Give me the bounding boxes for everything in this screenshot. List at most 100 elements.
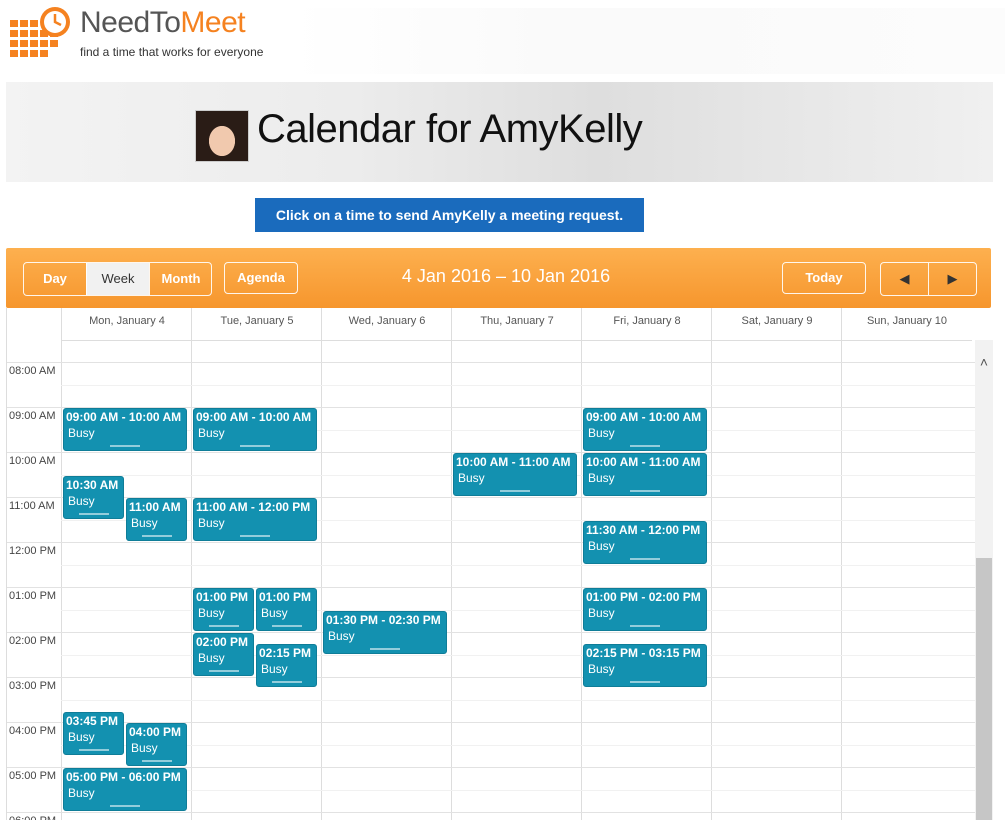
event-resize-handle[interactable]: [271, 681, 302, 684]
event-status: Busy: [328, 628, 355, 643]
time-label: 09:00 AM: [9, 410, 56, 422]
event-time: 11:30 AM - 12:00 PM: [586, 522, 701, 537]
view-day-button[interactable]: Day: [24, 263, 86, 295]
day-header: Tue, January 5: [191, 308, 322, 341]
event-status: Busy: [68, 729, 95, 744]
event-status: Busy: [261, 662, 288, 677]
event-time: 03:45 PM: [66, 713, 119, 728]
event-resize-handle[interactable]: [208, 670, 239, 672]
busy-event[interactable]: 09:00 AM - 10:00 AM Busy: [583, 408, 707, 451]
day-header: Sun, January 10: [841, 308, 972, 341]
event-status: Busy: [588, 538, 615, 553]
busy-event[interactable]: 05:00 PM - 06:00 PM Busy: [63, 768, 187, 811]
half-hour-line: [61, 744, 977, 746]
hour-line: [7, 812, 977, 813]
date-nav-group: ◀ ▶: [880, 262, 977, 296]
busy-event[interactable]: 01:00 PM - 02:00 PM Busy: [583, 588, 707, 631]
event-time: 02:00 PM: [196, 635, 249, 649]
busy-event[interactable]: 11:30 AM - 12:00 PM Busy: [583, 520, 707, 564]
busy-event[interactable]: 10:00 AM - 11:00 AM Busy: [453, 453, 577, 496]
prev-week-icon[interactable]: ◀: [881, 263, 928, 295]
calendar-scrollbar[interactable]: ˄: [975, 340, 993, 820]
busy-event[interactable]: 04:00 PM Busy: [126, 723, 187, 766]
brand-tagline: find a time that works for everyone: [80, 45, 264, 59]
event-time: 10:30 AM: [66, 477, 119, 492]
busy-event[interactable]: 01:00 PM Busy: [193, 588, 254, 631]
event-resize-handle[interactable]: [370, 647, 400, 650]
event-resize-handle[interactable]: [240, 535, 270, 537]
avatar: [195, 110, 249, 162]
time-label: 01:00 PM: [9, 590, 57, 602]
agenda-button[interactable]: Agenda: [224, 262, 298, 294]
event-time: 09:00 AM - 10:00 AM: [196, 410, 312, 424]
busy-event[interactable]: 01:00 PM Busy: [256, 588, 317, 631]
event-resize-handle[interactable]: [630, 625, 660, 627]
busy-event[interactable]: 02:00 PM Busy: [193, 633, 254, 676]
busy-event[interactable]: 11:00 AM - 12:00 PM Busy: [193, 498, 317, 541]
day-header: Fri, January 8: [581, 308, 712, 341]
event-status: Busy: [68, 493, 95, 508]
scroll-up-icon[interactable]: ˄: [975, 354, 993, 370]
view-week-button[interactable]: Week: [86, 263, 149, 295]
busy-event[interactable]: 09:00 AM - 10:00 AM Busy: [63, 408, 187, 451]
busy-event[interactable]: 02:15 PM Busy: [256, 644, 317, 688]
event-resize-handle[interactable]: [630, 557, 660, 560]
event-resize-handle[interactable]: [630, 681, 660, 684]
time-label: 04:00 PM: [9, 725, 57, 737]
week-calendar-grid[interactable]: Mon, January 4 Tue, January 5 Wed, January…: [6, 308, 977, 820]
busy-event[interactable]: 10:00 AM - 11:00 AM Busy: [583, 453, 707, 496]
busy-event[interactable]: 01:30 PM - 02:30 PM Busy: [323, 610, 447, 654]
half-hour-line: [61, 789, 977, 791]
meeting-request-hint[interactable]: Click on a time to send AmyKelly a meeti…: [255, 198, 644, 232]
next-week-icon[interactable]: ▶: [928, 263, 976, 295]
header-background: [290, 8, 1005, 74]
event-time: 11:00 AM - 12:00 PM: [196, 500, 311, 514]
event-status: Busy: [68, 786, 95, 800]
busy-event[interactable]: 09:00 AM - 10:00 AM Busy: [193, 408, 317, 451]
busy-event[interactable]: 03:45 PM Busy: [63, 711, 124, 755]
event-status: Busy: [588, 471, 615, 485]
date-range-title: 4 Jan 2016 – 10 Jan 2016: [401, 266, 611, 286]
time-label: 08:00 AM: [9, 365, 56, 377]
event-resize-handle[interactable]: [110, 445, 140, 447]
day-header: Mon, January 4: [61, 308, 192, 341]
event-time: 02:15 PM - 03:15 PM: [586, 646, 701, 661]
event-resize-handle[interactable]: [78, 512, 109, 515]
event-time: 11:00 AM: [129, 500, 181, 514]
calendar-clock-logo-icon: [10, 7, 70, 57]
event-status: Busy: [261, 606, 288, 620]
event-time: 05:00 PM - 06:00 PM: [66, 770, 181, 784]
event-status: Busy: [131, 516, 158, 530]
event-time: 09:00 AM - 10:00 AM: [66, 410, 182, 424]
time-label: 10:00 AM: [9, 455, 56, 467]
event-resize-handle[interactable]: [630, 490, 660, 492]
event-status: Busy: [131, 741, 158, 755]
event-resize-handle[interactable]: [240, 445, 270, 447]
day-header: Thu, January 7: [451, 308, 582, 341]
busy-event[interactable]: 11:00 AM Busy: [126, 498, 187, 541]
today-button[interactable]: Today: [782, 262, 866, 294]
brand-name[interactable]: NeedToMeet: [80, 6, 246, 40]
half-hour-line: [61, 384, 977, 386]
event-resize-handle[interactable]: [141, 535, 172, 537]
event-status: Busy: [588, 606, 615, 620]
event-resize-handle[interactable]: [630, 445, 660, 447]
event-time: 02:15 PM: [259, 646, 312, 661]
event-resize-handle[interactable]: [141, 760, 172, 762]
event-resize-handle[interactable]: [500, 490, 530, 492]
time-label: 12:00 PM: [9, 545, 57, 557]
event-status: Busy: [198, 606, 225, 620]
event-resize-handle[interactable]: [208, 625, 239, 627]
busy-event[interactable]: 10:30 AM Busy: [63, 475, 124, 519]
busy-event[interactable]: 02:15 PM - 03:15 PM Busy: [583, 644, 707, 688]
view-month-button[interactable]: Month: [149, 263, 211, 295]
hour-line: [7, 362, 977, 363]
event-resize-handle[interactable]: [78, 748, 109, 751]
event-time: 10:00 AM - 11:00 AM: [586, 455, 701, 469]
event-resize-handle[interactable]: [110, 805, 140, 807]
event-resize-handle[interactable]: [271, 625, 302, 627]
event-status: Busy: [198, 426, 225, 440]
scroll-thumb[interactable]: [976, 558, 992, 820]
time-label: 11:00 AM: [9, 500, 55, 512]
event-time: 01:30 PM - 02:30 PM: [326, 612, 441, 627]
